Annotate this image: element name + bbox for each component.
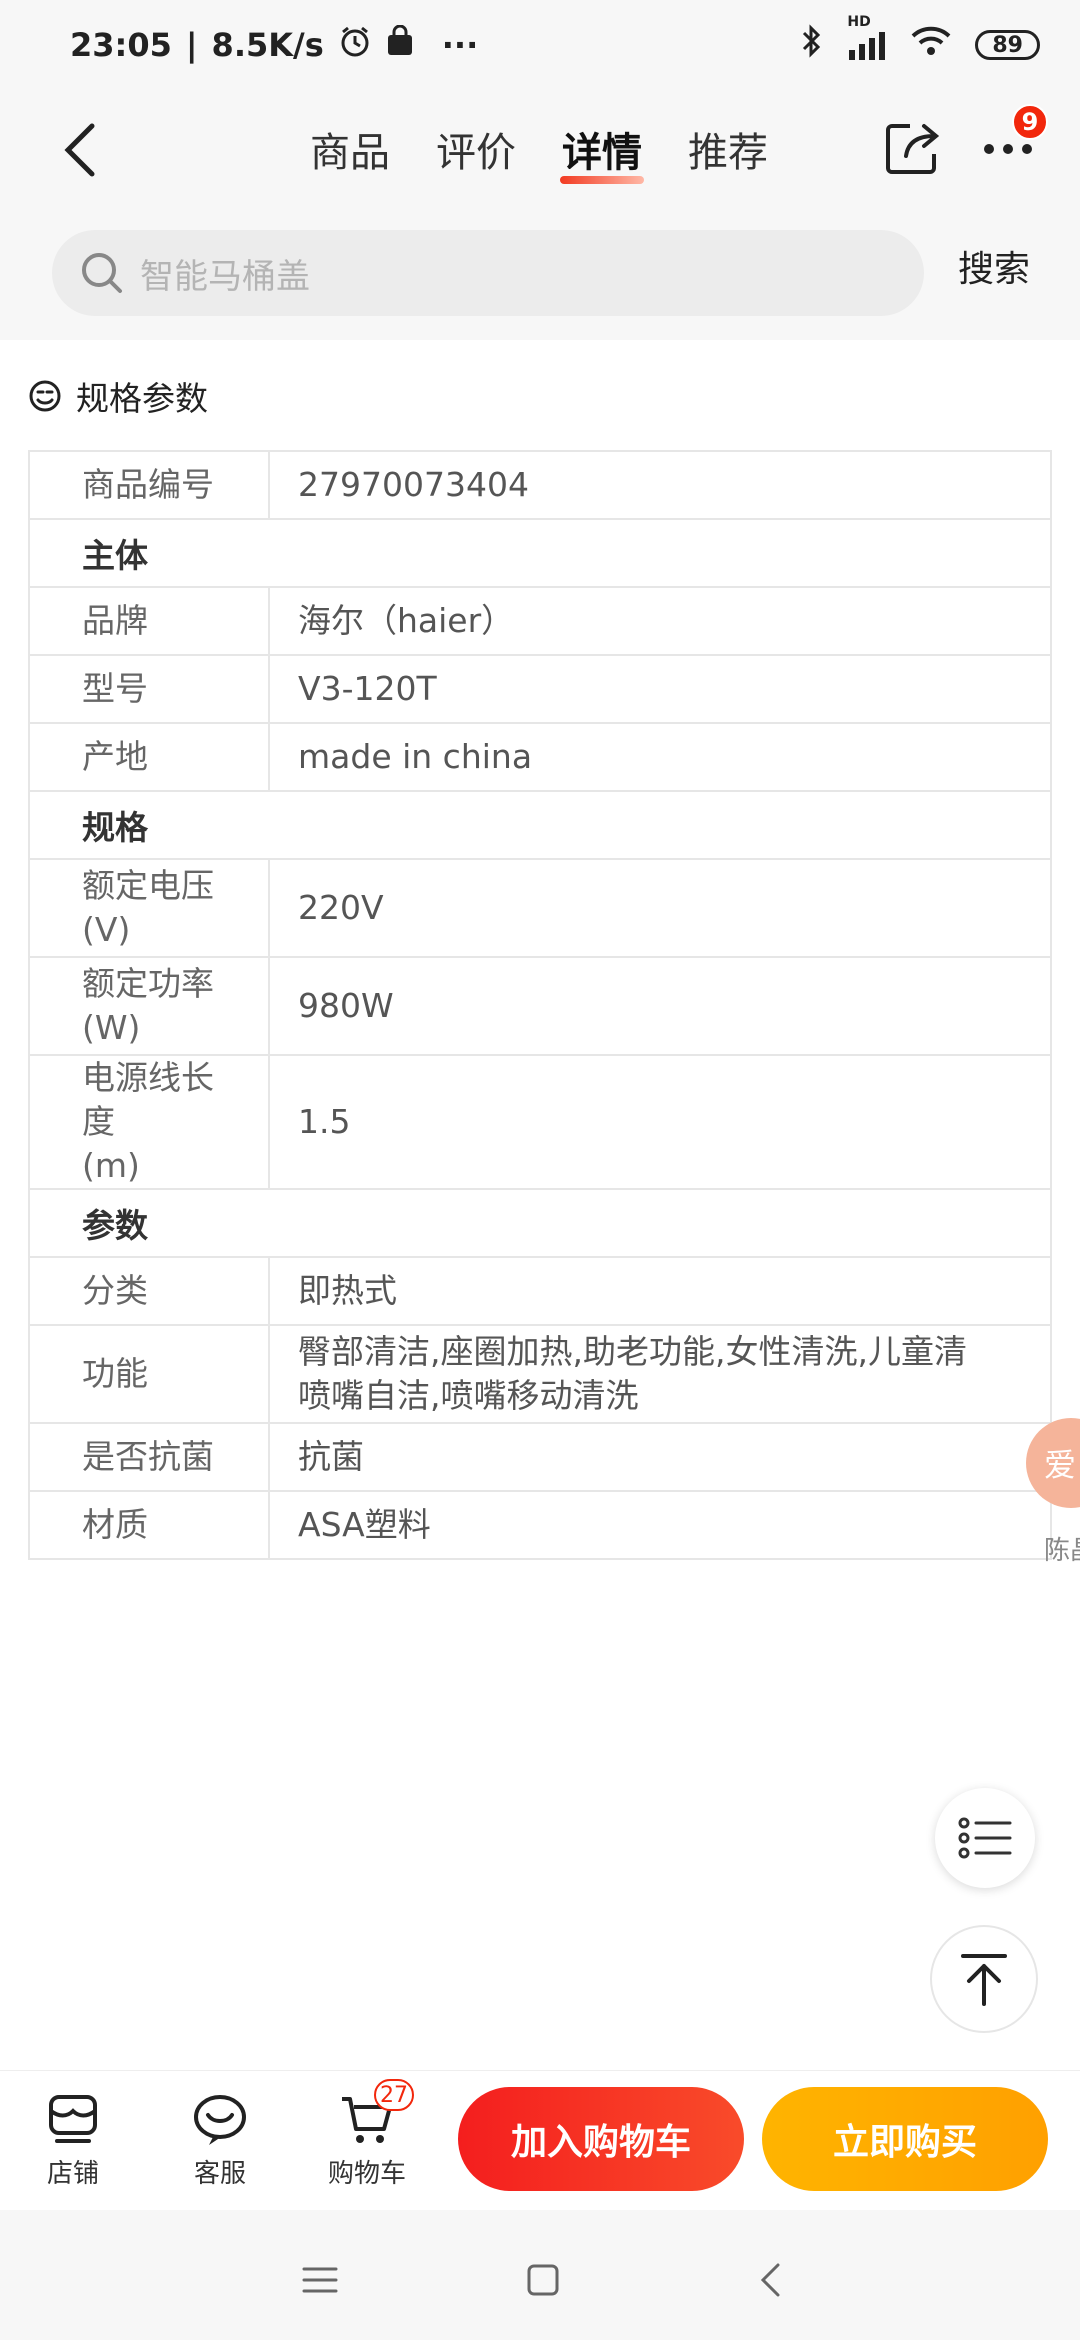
- share-icon: [886, 124, 940, 174]
- spec-group-title: 主体: [28, 518, 1052, 588]
- tab-details[interactable]: 详情: [560, 114, 644, 184]
- back-to-top-button[interactable]: [930, 1925, 1038, 2033]
- add-to-cart-button[interactable]: 加入购物车: [458, 2087, 744, 2191]
- spec-group-title: 规格: [28, 790, 1052, 860]
- spec-value: 980W: [268, 956, 1052, 1056]
- spec-section-title: 规格参数: [28, 372, 208, 420]
- spec-table: 商品编号 27970073404 主体 品牌 海尔（haier） 型号 V3-1…: [28, 450, 1052, 1560]
- spec-key: 产地: [28, 722, 270, 792]
- spec-key: 额定功率 (W): [28, 956, 270, 1056]
- nav-header: 商品 评价 详情 推荐 9: [0, 90, 1080, 210]
- system-back-button[interactable]: [740, 2250, 800, 2310]
- spec-value: 220V: [268, 858, 1052, 958]
- spec-value: made in china: [268, 722, 1052, 792]
- wifi-icon: [911, 25, 951, 65]
- spec-value: 海尔（haier）: [268, 586, 1052, 656]
- spec-key: 是否抗菌: [28, 1422, 270, 1492]
- shopping-bag-icon: [386, 24, 414, 65]
- spec-key: 额定电压 (V): [28, 858, 270, 958]
- home-square-icon: [527, 2264, 559, 2296]
- spec-row: 是否抗菌 抗菌: [28, 1422, 1052, 1492]
- spec-row: 品牌 海尔（haier）: [28, 586, 1052, 656]
- list-icon: [958, 1817, 1012, 1859]
- customer-service-icon: [194, 2095, 246, 2145]
- spec-value: 1.5: [268, 1054, 1052, 1190]
- spec-title-text: 规格参数: [76, 379, 208, 418]
- spec-row: 额定功率 (W) 980W: [28, 956, 1052, 1056]
- cart-label: 购物车: [327, 2159, 406, 2189]
- bluetooth-icon: [801, 24, 823, 66]
- cart-count-badge: 27: [374, 2079, 414, 2111]
- recent-apps-button[interactable]: [290, 2250, 350, 2310]
- spec-key: 分类: [28, 1256, 270, 1326]
- spec-group-row: 参数: [28, 1188, 1052, 1258]
- back-button[interactable]: [50, 110, 110, 190]
- spec-group-row: 规格: [28, 790, 1052, 860]
- tab-product[interactable]: 商品: [310, 114, 390, 184]
- store-label: 店铺: [46, 2159, 99, 2189]
- spec-group-row: 主体: [28, 518, 1052, 588]
- spec-value: V3-120T: [268, 654, 1052, 724]
- spec-row: 型号 V3-120T: [28, 654, 1052, 724]
- battery-indicator: 89: [975, 30, 1040, 60]
- spec-value: 27970073404: [268, 450, 1052, 520]
- signal-hd-label: HD: [847, 14, 871, 30]
- spec-row: 额定电压 (V) 220V: [28, 858, 1052, 958]
- status-divider: |: [185, 26, 198, 64]
- menu-icon: [302, 2267, 338, 2293]
- status-right: HD 89: [801, 14, 1040, 66]
- cart-button[interactable]: 27 购物车: [312, 2079, 422, 2190]
- spec-key: 品牌: [28, 586, 270, 656]
- back-arrow-icon: [760, 2263, 780, 2297]
- notification-badge: 9: [1012, 104, 1048, 140]
- status-bar: 23:05 | 8.5K/s ··· HD 89: [0, 0, 1080, 90]
- status-time: 23:05: [70, 26, 172, 64]
- spec-content: 规格参数 商品编号 27970073404 主体 品牌 海尔（haier） 型号…: [0, 340, 1080, 2070]
- status-network-speed: 8.5K/s: [211, 26, 324, 64]
- spec-key: 电源线长 度 (m): [28, 1054, 270, 1190]
- spec-value: ASA塑料: [268, 1490, 1052, 1560]
- spec-row: 功能 臀部清洁,座圈加热,助老功能,女性清洗,儿童清 喷嘴自洁,喷嘴移动清洗: [28, 1324, 1052, 1424]
- spec-value: 抗菌: [268, 1422, 1052, 1492]
- chevron-left-icon: [64, 123, 95, 177]
- spec-section-icon: [29, 380, 61, 412]
- spec-list-button[interactable]: [935, 1788, 1035, 1888]
- bottom-action-bar: 店铺 客服 27 购物车 加入购物车 立即购买: [0, 2070, 1080, 2210]
- spec-row: 产地 made in china: [28, 722, 1052, 792]
- status-left: 23:05 | 8.5K/s ···: [70, 24, 478, 66]
- search-placeholder: 智能马桶盖: [140, 256, 310, 297]
- spec-key: 商品编号: [28, 450, 270, 520]
- store-button[interactable]: 店铺: [18, 2091, 128, 2190]
- spec-row: 电源线长 度 (m) 1.5: [28, 1054, 1052, 1190]
- tab-bar: 商品 评价 详情 推荐: [310, 114, 768, 184]
- buy-now-button[interactable]: 立即购买: [762, 2087, 1048, 2191]
- search-button[interactable]: 搜索: [958, 240, 1030, 292]
- customer-service-label: 客服: [193, 2159, 246, 2189]
- share-button[interactable]: [880, 116, 946, 182]
- signal-icon: HD: [847, 14, 887, 60]
- home-button[interactable]: [513, 2250, 573, 2310]
- store-icon: [49, 2095, 97, 2143]
- alarm-icon: [338, 24, 372, 66]
- search-row: 智能马桶盖 搜索: [0, 210, 1080, 340]
- spec-value: 臀部清洁,座圈加热,助老功能,女性清洗,儿童清 喷嘴自洁,喷嘴移动清洗: [268, 1324, 1052, 1424]
- floating-avatar-name: 陈晶: [1044, 1536, 1080, 1566]
- spec-key: 材质: [28, 1490, 270, 1560]
- spec-key: 型号: [28, 654, 270, 724]
- arrow-up-icon: [961, 1954, 1007, 2006]
- spec-row: 材质 ASA塑料: [28, 1490, 1052, 1560]
- status-more: ···: [441, 26, 479, 64]
- more-dots-icon: [984, 144, 1032, 154]
- spec-row: 分类 即热式: [28, 1256, 1052, 1326]
- system-nav-bar: [0, 2210, 1080, 2340]
- search-input[interactable]: 智能马桶盖: [52, 230, 924, 316]
- tab-recommend[interactable]: 推荐: [688, 114, 768, 184]
- search-icon: [82, 253, 122, 293]
- spec-row: 商品编号 27970073404: [28, 450, 1052, 520]
- customer-service-button[interactable]: 客服: [165, 2091, 275, 2190]
- spec-value: 即热式: [268, 1256, 1052, 1326]
- tab-reviews[interactable]: 评价: [436, 114, 516, 184]
- spec-key: 功能: [28, 1324, 270, 1424]
- spec-group-title: 参数: [28, 1188, 1052, 1258]
